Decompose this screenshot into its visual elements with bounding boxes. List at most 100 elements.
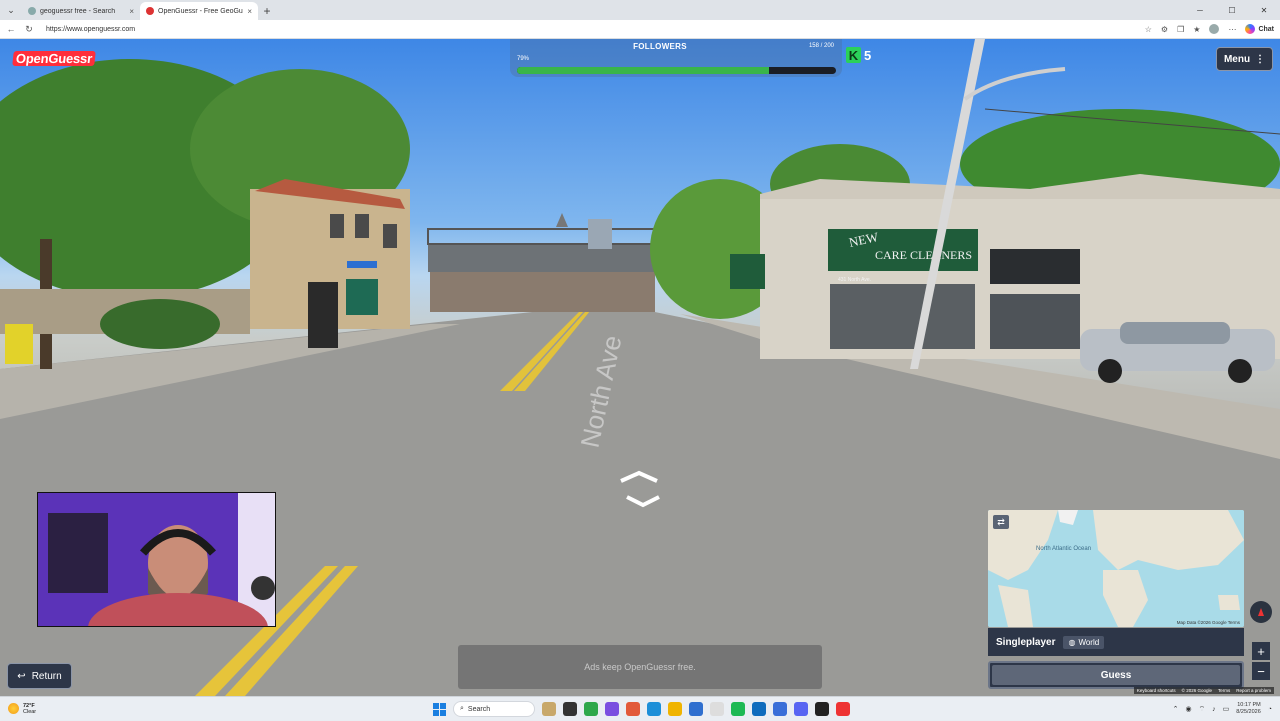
followers-title: FOLLOWERS <box>633 42 687 51</box>
back-icon[interactable]: ← <box>6 24 16 34</box>
copilot-app-icon[interactable] <box>605 702 619 716</box>
return-button[interactable]: ↩ Return <box>7 663 72 689</box>
car-wheel <box>1098 359 1122 383</box>
window <box>383 224 397 248</box>
report-problem-link[interactable]: Report a problem <box>1236 688 1271 693</box>
region-chip[interactable]: ◍ World <box>1063 635 1105 649</box>
world-map: North Atlantic Ocean <box>988 510 1244 627</box>
shop-sign-cleaners: CARE CLEANERS <box>875 248 972 262</box>
store-icon[interactable] <box>689 702 703 716</box>
guess-button[interactable]: Guess <box>988 661 1244 689</box>
ad-banner: Ads keep OpenGuessr free. <box>458 645 822 689</box>
overpass-railing <box>427 228 659 245</box>
address-bar: ← ↻ https://www.openguessr.com ☆ ⚙ ❒ ★ ⋯… <box>0 20 1280 39</box>
minimize-icon[interactable]: ─ <box>1184 0 1216 20</box>
tab-search[interactable]: geoguessr free - Search × <box>22 2 140 20</box>
terminal-icon[interactable] <box>815 702 829 716</box>
battery-icon[interactable]: ▭ <box>1223 705 1230 713</box>
menu-label: Menu <box>1223 53 1251 65</box>
openguessr-logo[interactable]: OpenGuessr <box>12 51 96 66</box>
discord-icon[interactable] <box>794 702 808 716</box>
close-tab-icon[interactable]: × <box>129 7 134 16</box>
zoom-in-button[interactable]: + <box>1252 642 1270 660</box>
menu-button[interactable]: Menu ⋮ <box>1216 47 1273 71</box>
expand-map-icon[interactable]: ⇄ <box>993 515 1009 529</box>
close-window-icon[interactable]: ✕ <box>1248 0 1280 20</box>
file-explorer-icon[interactable] <box>668 702 682 716</box>
close-tab-icon[interactable]: × <box>247 7 252 16</box>
tab-title: geoguessr free - Search <box>40 7 116 15</box>
weather-condition: Clear <box>23 708 37 715</box>
game-mode-bar: Singleplayer ◍ World <box>988 628 1244 656</box>
search-favicon-icon <box>28 7 36 15</box>
chat-label: Chat <box>1258 25 1274 33</box>
obs-icon[interactable] <box>836 702 850 716</box>
search-placeholder: Search <box>467 705 491 713</box>
move-forward-arrows[interactable] <box>617 467 661 511</box>
compass-icon[interactable] <box>1250 601 1272 623</box>
browser-toolbar: ☆ ⚙ ❒ ★ ⋯ Chat <box>1145 24 1274 34</box>
clock[interactable]: 10:17 PM 8/25/2026 <box>1236 702 1260 716</box>
weather-widget[interactable]: 72°F Clear <box>0 703 200 715</box>
tab-actions-icon[interactable]: ⌄ <box>0 0 22 20</box>
task-view-icon[interactable] <box>563 702 577 716</box>
green-awning <box>730 254 765 289</box>
widgets-app-icon[interactable] <box>542 702 556 716</box>
terms-link[interactable]: Terms <box>1218 688 1230 693</box>
spotify-icon[interactable] <box>731 702 745 716</box>
street-light-arm <box>963 67 1066 101</box>
webcam-overlay <box>37 492 276 627</box>
guess-minimap[interactable]: North Atlantic Ocean ⇄ Map Data ©2026 Go… <box>988 510 1244 627</box>
shrub <box>100 299 220 349</box>
distant-spire <box>556 213 568 227</box>
ads-text: Ads keep OpenGuessr free. <box>584 662 696 672</box>
google-footer: Keyboard shortcuts © 2026 Google Terms R… <box>1133 687 1274 694</box>
notifications-icon[interactable]: ◔ <box>1268 706 1272 713</box>
search-icon: ⌕ <box>460 705 464 712</box>
extensions-icon[interactable]: ⚙ <box>1161 25 1168 34</box>
copilot-icon <box>1245 24 1256 34</box>
more-icon[interactable]: ⋯ <box>1228 25 1236 34</box>
dark-sign <box>990 249 1080 284</box>
new-tab-button[interactable]: + <box>258 2 276 20</box>
zoom-out-button[interactable]: − <box>1252 662 1270 680</box>
kebab-menu-icon: ⋮ <box>1255 53 1266 65</box>
window <box>330 214 344 238</box>
maximize-icon[interactable]: ☐ <box>1216 0 1248 20</box>
shop-sign-blue <box>347 261 377 268</box>
collections-icon[interactable]: ❒ <box>1177 25 1184 34</box>
app-orange-icon[interactable] <box>626 702 640 716</box>
wifi-icon[interactable]: ⌔ <box>1199 705 1206 714</box>
weather-text: 72°F Clear <box>23 703 36 715</box>
forward-chevron-icon <box>620 470 658 483</box>
compass-needle <box>1258 608 1264 616</box>
outlook-icon[interactable] <box>752 702 766 716</box>
edge-browser-icon[interactable] <box>647 702 661 716</box>
browser-tab-bar: ⌄ geoguessr free - Search × OpenGuessr -… <box>0 0 1280 20</box>
keyboard-shortcuts-link[interactable]: Keyboard shortcuts <box>1137 688 1176 693</box>
refresh-icon[interactable]: ↻ <box>24 24 34 35</box>
street-view-panorama[interactable]: NEW CARE CLEANERS 431 North Ave. North A… <box>0 39 1280 696</box>
favorites-icon[interactable]: ★ <box>1193 25 1200 34</box>
tab-openguessr[interactable]: OpenGuessr - Free GeoGuessr × <box>140 2 258 20</box>
copilot-chat-button[interactable]: Chat <box>1245 24 1274 34</box>
app-green-icon[interactable] <box>584 702 598 716</box>
volume-icon[interactable]: ♪ <box>1212 706 1216 713</box>
tray-chevron-icon[interactable]: ⌃ <box>1173 705 1179 713</box>
tray-app-icon[interactable]: ◉ <box>1185 705 1191 713</box>
notepad-icon[interactable] <box>710 702 724 716</box>
system-tray: ⌃ ◉ ⌔ ♪ ▭ 10:17 PM 8/25/2026 ◔ <box>1173 697 1272 721</box>
region-label: World <box>1078 637 1100 647</box>
taskbar: 72°F Clear ⌕ Search ⌃ ◉ ⌔ ♪ ▭ 10:17 PM 8… <box>0 696 1280 720</box>
windows-start-icon[interactable] <box>433 702 446 716</box>
url-field[interactable]: https://www.openguessr.com <box>46 26 135 33</box>
followers-progress-fill <box>517 67 769 74</box>
favorite-star-icon[interactable]: ☆ <box>1145 25 1152 34</box>
window <box>355 214 369 238</box>
streak-badge: K 5 <box>846 47 871 63</box>
distant-tower <box>588 219 612 249</box>
app-blue-icon[interactable] <box>773 702 787 716</box>
taskbar-search[interactable]: ⌕ Search <box>453 701 535 717</box>
profile-avatar[interactable] <box>1209 24 1220 34</box>
date: 8/25/2026 <box>1236 709 1261 715</box>
